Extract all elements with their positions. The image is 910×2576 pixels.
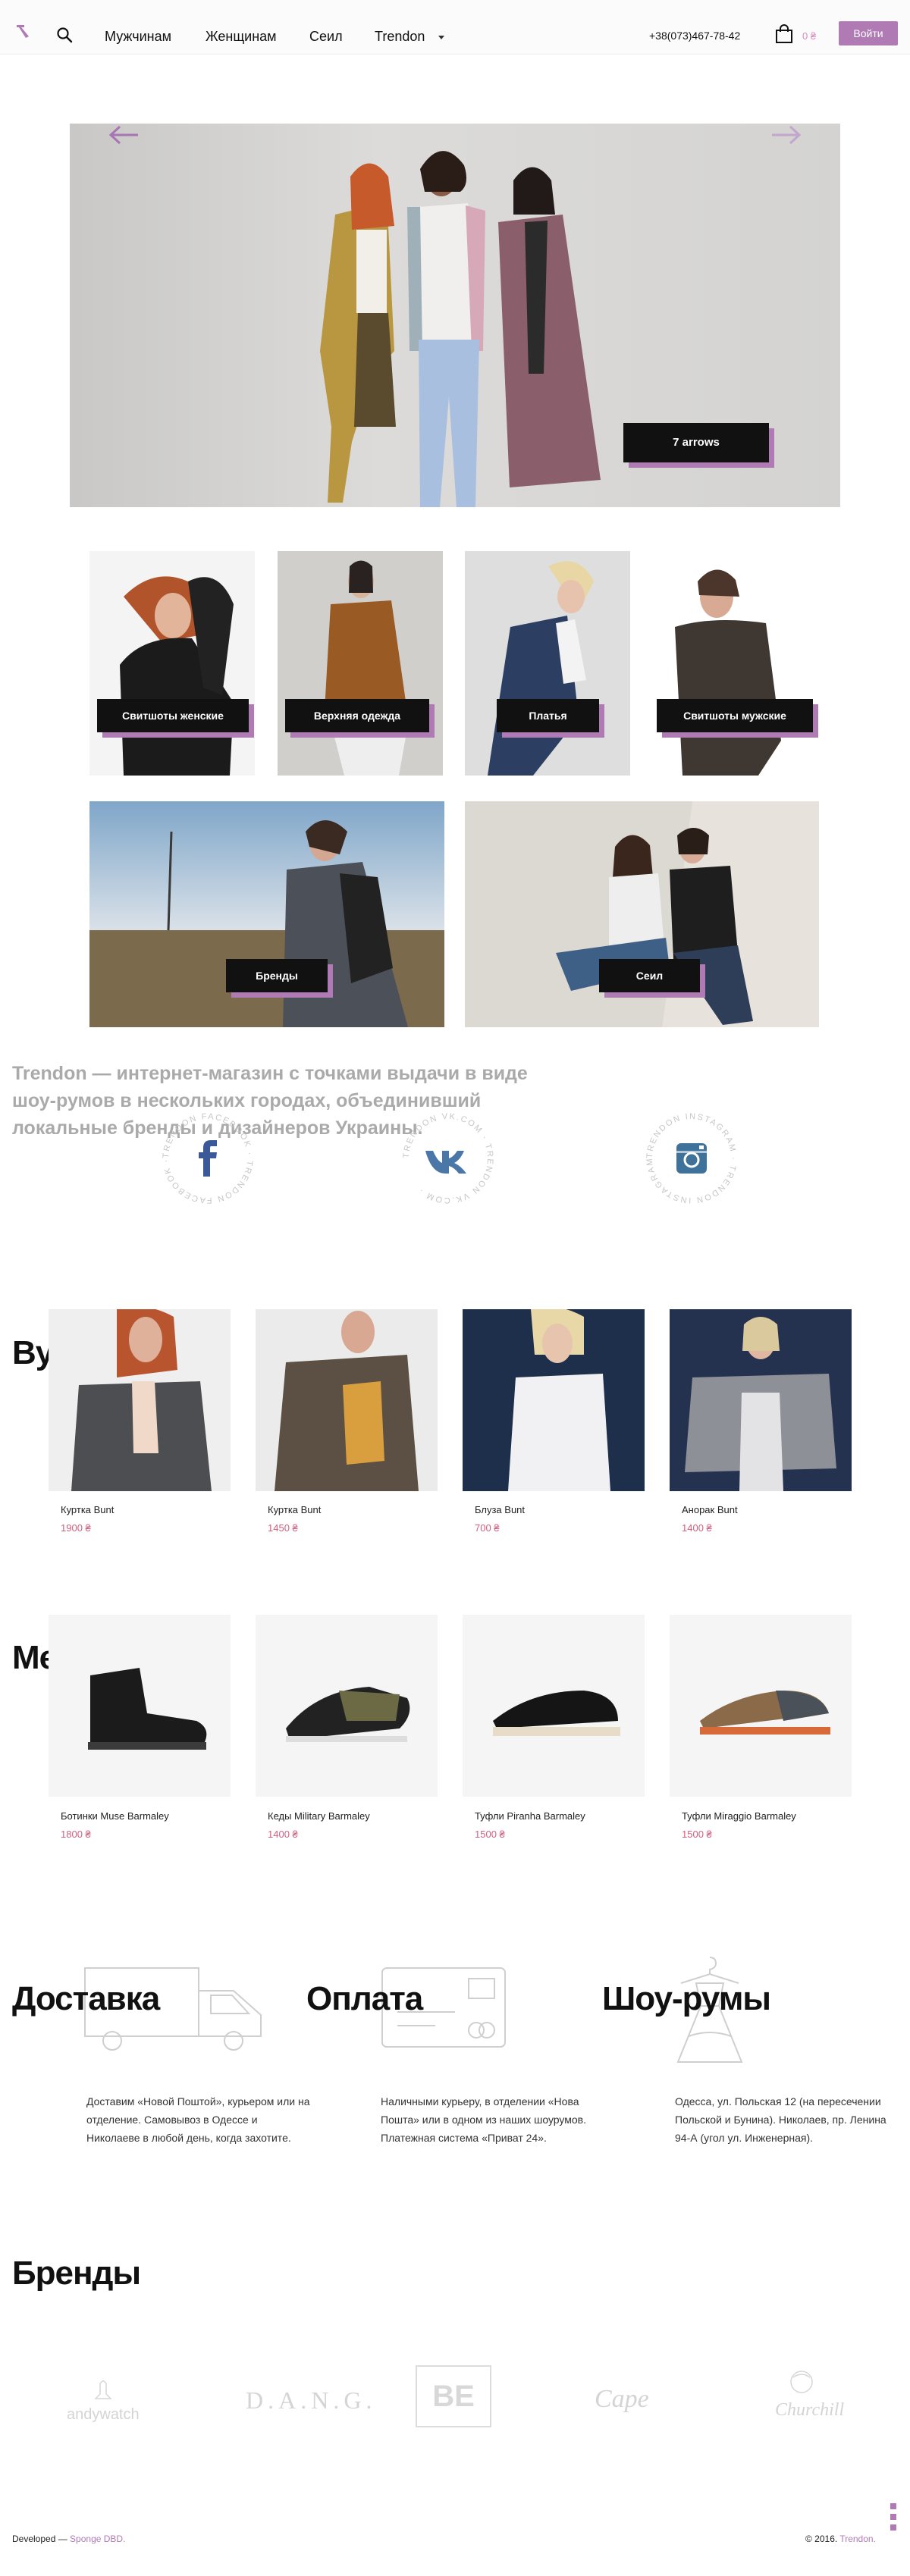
category-label[interactable]: Сеил	[599, 959, 700, 992]
category-tile-dresses[interactable]	[465, 551, 630, 776]
product-image[interactable]	[256, 1615, 438, 1797]
product-image[interactable]	[463, 1309, 645, 1491]
brand-logo-andywatch[interactable]: andywatch	[67, 2379, 140, 2430]
copyright-label: © 2016.	[805, 2534, 840, 2544]
product-image[interactable]	[670, 1615, 852, 1797]
category-label[interactable]: Бренды	[226, 959, 328, 992]
brand-logo-text: andywatch	[67, 2406, 140, 2423]
product-price: 1500 ₴	[682, 1829, 712, 1840]
brand-logo-text: Churchill	[775, 2400, 845, 2420]
category-tile-sale[interactable]	[465, 801, 819, 1027]
section-title-delivery: Доставка	[12, 1980, 160, 2017]
nav-men[interactable]: Мужчинам	[105, 29, 171, 45]
product-price: 1400 ₴	[268, 1829, 298, 1840]
developer-link[interactable]: Sponge DBD.	[70, 2534, 125, 2544]
product-name[interactable]: Кеды Military Barmaley	[268, 1810, 370, 1822]
section-title-payment: Оплата	[306, 1980, 423, 2017]
site-header: Мужчинам Женщинам Сеил Trendon +38(073)4…	[0, 0, 910, 55]
instagram-icon	[676, 1143, 707, 1174]
instagram-icon[interactable]	[890, 2503, 896, 2509]
shopping-bag-icon[interactable]	[775, 24, 793, 44]
hero-cta-button[interactable]: 7 arrows	[623, 423, 769, 462]
facebook-icon[interactable]	[890, 2524, 896, 2531]
vk-social-link[interactable]: TRENDON VK.COM · TRENDON VK.COM ·	[398, 1108, 498, 1208]
product-price: 1900 ₴	[61, 1522, 91, 1534]
payment-text: Наличными курьеру, в отделении «Нова Пош…	[381, 2095, 587, 2144]
developed-label: Developed —	[12, 2534, 71, 2544]
delivery-text: Доставим «Новой Поштой», курьером или на…	[86, 2095, 310, 2144]
product-name[interactable]: Туфли Piranha Barmaley	[475, 1810, 585, 1822]
vk-icon[interactable]	[890, 2514, 896, 2520]
category-image	[89, 801, 444, 1027]
category-tile-brands[interactable]	[89, 801, 444, 1027]
category-label[interactable]: Платья	[497, 699, 599, 732]
product-name[interactable]: Куртка Bunt	[61, 1504, 114, 1515]
category-image	[465, 801, 819, 1027]
category-image	[89, 551, 255, 776]
product-name[interactable]: Туфли Miraggio Barmaley	[682, 1810, 796, 1822]
category-tile-womens-sweatshirts[interactable]	[89, 551, 255, 776]
product-price: 1450 ₴	[268, 1522, 298, 1534]
product-price: 1400 ₴	[682, 1522, 712, 1534]
chevron-down-icon[interactable]	[438, 36, 444, 39]
category-tile-mens-sweatshirts[interactable]	[652, 551, 817, 776]
category-label[interactable]: Верхняя одежда	[285, 699, 429, 732]
showrooms-text: Одесса, ул. Польская 12 (на пересечении …	[675, 2095, 886, 2144]
section-title-showrooms: Шоу-румы	[602, 1980, 771, 2017]
category-label[interactable]: Свитшоты мужские	[657, 699, 813, 732]
product-name[interactable]: Ботинки Muse Barmaley	[61, 1810, 169, 1822]
product-price: 1800 ₴	[61, 1829, 91, 1840]
nav-trendon[interactable]: Trendon	[375, 29, 425, 45]
product-name[interactable]: Куртка Bunt	[268, 1504, 321, 1515]
brand-logo-cape[interactable]: Cape	[595, 2385, 649, 2414]
hero-slider: 7 arrows	[70, 124, 840, 507]
company-link[interactable]: Trendon.	[839, 2534, 876, 2544]
product-image[interactable]	[256, 1309, 438, 1491]
category-image	[278, 551, 443, 776]
product-image[interactable]	[670, 1309, 852, 1491]
product-image[interactable]	[463, 1615, 645, 1797]
product-price: 700 ₴	[475, 1522, 500, 1534]
facebook-icon	[199, 1140, 217, 1177]
product-name[interactable]: Анорак Bunt	[682, 1504, 738, 1515]
phone-number[interactable]: +38(073)467-78-42	[649, 30, 740, 42]
vk-icon	[425, 1151, 466, 1174]
category-image	[652, 551, 817, 776]
product-price: 1500 ₴	[475, 1829, 505, 1840]
product-name[interactable]: Блуза Bunt	[475, 1504, 525, 1515]
footer-developed: Developed — Sponge DBD.	[12, 2534, 125, 2544]
footer-copyright: © 2016. Trendon.	[805, 2534, 876, 2544]
brand-logo-churchill[interactable]: Churchill	[775, 2368, 844, 2420]
category-image	[465, 551, 630, 776]
product-image[interactable]	[49, 1615, 231, 1797]
nav-women[interactable]: Женщинам	[206, 29, 277, 45]
nav-sale[interactable]: Сеил	[309, 29, 343, 45]
login-button[interactable]: Войти	[839, 21, 898, 45]
arrow-left-icon[interactable]	[108, 124, 140, 146]
brand-logo-dang[interactable]: D.A.N.G.	[246, 2386, 376, 2415]
side-social-icons[interactable]	[889, 2502, 898, 2532]
search-icon[interactable]	[56, 27, 73, 43]
cart-total[interactable]: 0 ₴	[802, 30, 816, 42]
brand-logo-be[interactable]: BE	[416, 2365, 491, 2427]
arrow-right-icon[interactable]	[770, 124, 802, 146]
instagram-social-link[interactable]: TRENDON INSTAGRAM · TRENDON INSTAGRAM ·	[642, 1108, 742, 1208]
facebook-social-link[interactable]: TRENDON FACEBOOK · TRENDON FACEBOOK ·	[158, 1108, 258, 1208]
category-tile-outerwear[interactable]	[278, 551, 443, 776]
trendon-logo[interactable]	[15, 23, 32, 39]
product-image[interactable]	[49, 1309, 231, 1491]
category-label[interactable]: Свитшоты женские	[97, 699, 249, 732]
section-title-brands: Бренды	[12, 2255, 141, 2292]
